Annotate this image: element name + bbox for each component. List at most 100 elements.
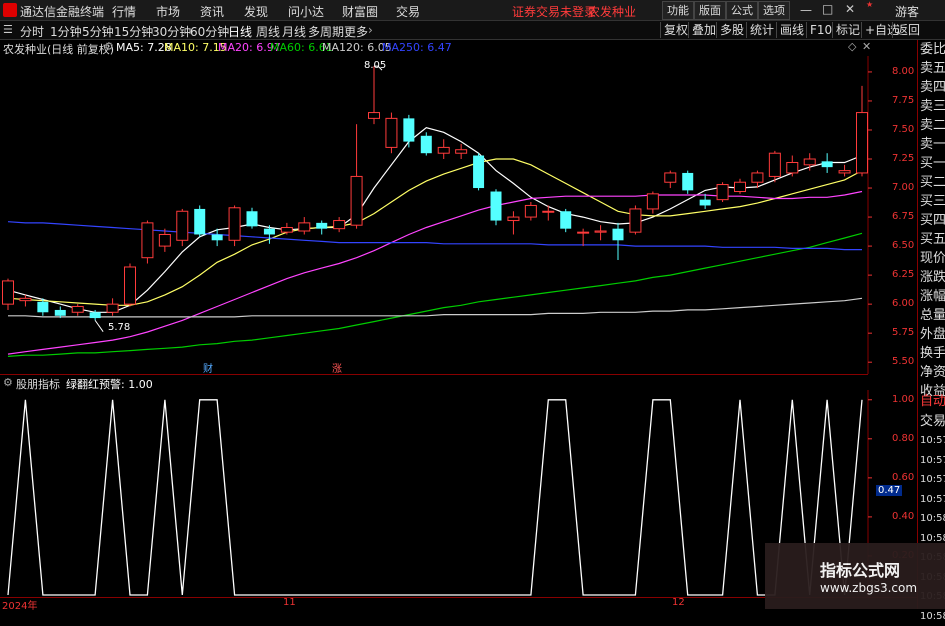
draw-button[interactable]: 画线 — [776, 22, 807, 38]
candle-body-down — [612, 228, 624, 241]
indicator-y-tick-label: 1.00 — [892, 393, 915, 405]
candle-body-up — [524, 204, 537, 218]
candle-body-up — [228, 207, 241, 241]
candle-body-up — [298, 222, 311, 232]
period-fenshi[interactable]: 分时 — [20, 23, 44, 40]
diamond-icon[interactable]: ◇ — [848, 40, 856, 53]
candle-body-down — [473, 155, 485, 189]
candle-body-up — [786, 161, 799, 174]
x-label-year: 2024年 — [2, 601, 38, 612]
y-tick-label: 7.50 — [892, 123, 915, 135]
period-monthly[interactable]: 月线 — [282, 23, 306, 40]
side-panel-item: 买一 — [920, 156, 945, 171]
close-panel-icon[interactable]: ✕ — [862, 40, 871, 53]
menu-hangqing[interactable]: 行情 — [112, 3, 136, 20]
candle-body-up — [542, 210, 555, 213]
candle-body-down — [682, 172, 694, 191]
indicator-y-tick-label: 0.40 — [892, 510, 915, 522]
overlay-button[interactable]: 叠加 — [688, 22, 719, 38]
side-panel-item[interactable]: 交易 — [920, 412, 945, 431]
close-icon[interactable]: ✕ — [845, 2, 855, 16]
period-60min[interactable]: 60分钟 — [190, 23, 229, 40]
layout-button[interactable]: 版面 — [694, 1, 726, 20]
side-panel-item: 10:57 — [920, 454, 945, 466]
menu-toggle-icon[interactable]: ☰ — [3, 23, 13, 36]
minimize-icon[interactable]: — — [800, 3, 812, 17]
indicator-y-tick-label: 0.80 — [892, 432, 915, 444]
menu-jiaoyi[interactable]: 交易 — [396, 3, 420, 20]
candle-body-up — [19, 297, 32, 302]
side-panel-item: 卖五 — [920, 61, 945, 76]
menu-shichang[interactable]: 市场 — [156, 3, 180, 20]
candle-body-up — [385, 117, 398, 148]
candle-body-up — [594, 230, 607, 233]
y-tick-label: 7.75 — [892, 94, 915, 106]
period-weekly[interactable]: 周线 — [256, 23, 280, 40]
indicator-line — [7, 399, 863, 596]
low-annotation: 5.78 — [108, 322, 131, 333]
period-more[interactable]: 更多 — [344, 23, 368, 40]
period-daily[interactable]: 日线 — [228, 23, 252, 40]
more-chevron-icon[interactable]: › — [368, 23, 373, 37]
candle-body-down — [560, 211, 572, 229]
candle-body-down — [420, 135, 432, 154]
ma-line-ma60 — [7, 232, 863, 357]
function-button[interactable]: 功能 — [662, 1, 694, 20]
mark-button[interactable]: 标记 — [832, 22, 863, 38]
f10-button[interactable]: F10 — [806, 22, 835, 38]
settings-gear-icon[interactable]: ⚙ — [104, 40, 114, 53]
side-panel-item: 委比 — [920, 42, 945, 57]
zhang-marker[interactable]: 涨 — [332, 360, 342, 375]
x-label-nov: 11 — [283, 597, 296, 608]
candle-body-up — [507, 216, 520, 222]
back-button[interactable]: 返回 — [892, 22, 923, 38]
app-logo-icon — [3, 3, 17, 17]
candle-body-up — [629, 208, 642, 233]
candle-body-up — [158, 233, 171, 247]
side-panel-item[interactable]: 自动 — [920, 392, 945, 411]
cai-marker[interactable]: 财 — [203, 360, 213, 375]
candle-body-down — [211, 234, 223, 241]
menu-faxian[interactable]: 发现 — [244, 3, 268, 20]
indicator-gear-icon[interactable]: ⚙ — [3, 376, 13, 389]
candle-body-down — [490, 191, 502, 221]
guest-label[interactable]: 游客 — [895, 3, 919, 20]
side-panel-item: 换手 — [920, 346, 945, 361]
side-panel-item: 10:57 — [920, 493, 945, 505]
menu-caifuquan[interactable]: 财富圈 — [342, 3, 378, 20]
y-tick-label: 6.00 — [892, 298, 915, 310]
menu-zixun[interactable]: 资讯 — [200, 3, 224, 20]
side-panel-item: 买四 — [920, 213, 945, 228]
side-panel-item: 10:58 — [920, 513, 945, 524]
menu-wenxiaoda[interactable]: 问小达 — [288, 3, 324, 20]
ma250-value: MA250: 6.47 — [382, 41, 452, 54]
stats-button[interactable]: 统计 — [746, 22, 777, 38]
multistock-button[interactable]: 多股 — [716, 22, 747, 38]
candle-body-up — [646, 193, 659, 210]
fuquan-button[interactable]: 复权 — [660, 22, 691, 38]
main-chart[interactable] — [0, 56, 917, 374]
maximize-icon[interactable]: □ — [822, 2, 833, 16]
watermark: 指标公式网 www.zbgs3.com — [765, 543, 945, 609]
indicator-current-tag: 0.47 — [876, 485, 903, 496]
period-1min[interactable]: 1分钟 — [50, 23, 82, 40]
side-panel-item: 10:57 — [920, 474, 945, 485]
period-30min[interactable]: 30分钟 — [152, 23, 191, 40]
candle-body-up — [176, 210, 189, 241]
ma-line-ma120 — [8, 297, 863, 318]
candle-body-up — [368, 112, 380, 119]
candle-body-up — [333, 220, 346, 230]
y-tick-label: 7.25 — [892, 153, 915, 164]
period-5min[interactable]: 5分钟 — [82, 23, 114, 40]
options-button[interactable]: 选项 — [758, 1, 790, 20]
period-toolbar: ☰ 分时 1分钟 5分钟 15分钟 30分钟 60分钟 日线 周线 月线 多周期… — [0, 21, 945, 40]
formula-button[interactable]: 公式 — [726, 1, 758, 20]
candle-body-up — [124, 266, 136, 305]
candle-body-up — [577, 231, 590, 234]
y-tick-label: 5.75 — [892, 327, 915, 339]
period-15min[interactable]: 15分钟 — [114, 23, 153, 40]
side-panel-item: 净资 — [920, 365, 945, 380]
candle-body-up — [803, 158, 816, 166]
trade-login-notice[interactable]: 证券交易未登录 — [512, 3, 596, 20]
period-multi[interactable]: 多周期 — [308, 23, 344, 40]
